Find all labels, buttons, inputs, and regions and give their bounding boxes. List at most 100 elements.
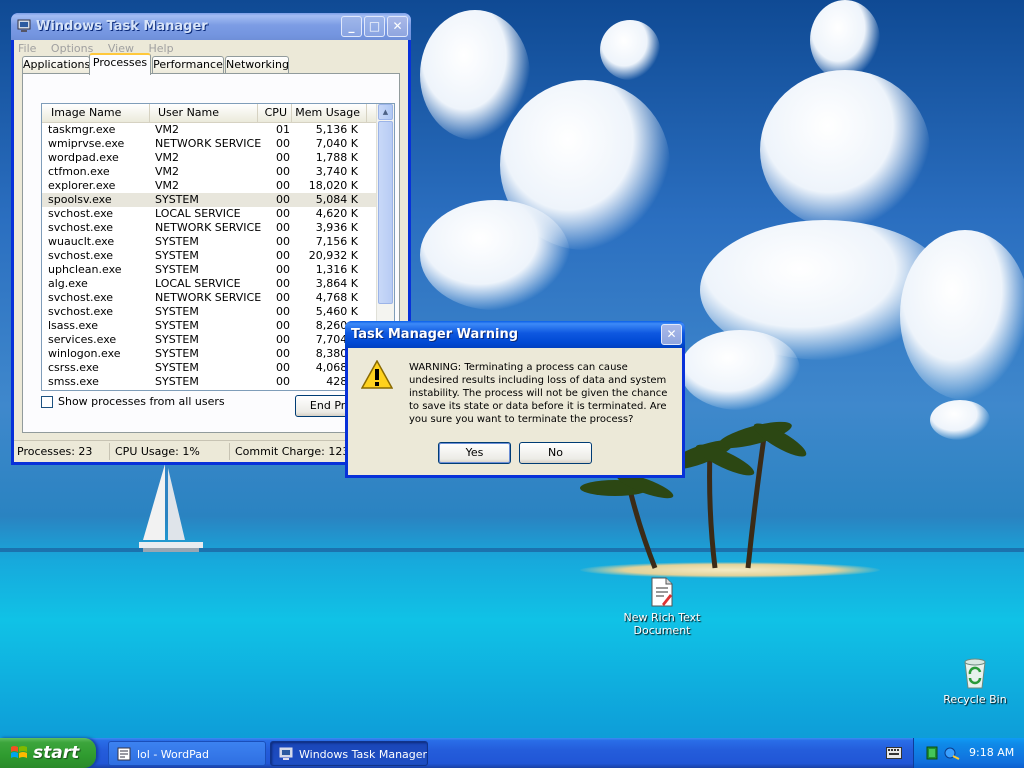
desktop-icon-label: Recycle Bin — [943, 693, 1007, 706]
table-row[interactable]: svchost.exe NETWORK SERVICE 00 4,768 K — [42, 291, 377, 305]
menu-file[interactable]: File — [18, 42, 36, 55]
process-name: explorer.exe — [48, 179, 116, 192]
table-row[interactable]: lsass.exe SYSTEM 00 8,260 K — [42, 319, 377, 333]
close-icon: ✕ — [666, 327, 677, 341]
process-name: services.exe — [48, 333, 117, 346]
menu-help[interactable]: Help — [148, 42, 173, 55]
table-row[interactable]: explorer.exe VM2 00 18,020 K — [42, 179, 377, 193]
table-row[interactable]: uphclean.exe SYSTEM 00 1,316 K — [42, 263, 377, 277]
keyboard-icon[interactable] — [886, 747, 902, 759]
process-user: SYSTEM — [155, 333, 199, 346]
table-row[interactable]: alg.exe LOCAL SERVICE 00 3,864 K — [42, 277, 377, 291]
table-row[interactable]: spoolsv.exe SYSTEM 00 5,084 K — [42, 193, 377, 207]
process-mem-usage: 7,040 K — [315, 137, 358, 150]
process-mem-usage: 1,788 K — [315, 151, 358, 164]
column-user-name[interactable]: User Name — [150, 104, 258, 122]
task-manager-titlebar[interactable]: Windows Task Manager _ □ ✕ — [11, 13, 411, 40]
desktop-icon-new-rich-text-document[interactable]: New Rich Text Document — [620, 576, 704, 637]
taskbar-button-wordpad[interactable]: lol - WordPad — [108, 741, 266, 766]
process-name: alg.exe — [48, 277, 88, 290]
dialog-titlebar[interactable]: Task Manager Warning ✕ — [345, 321, 685, 348]
process-name: wmiprvse.exe — [48, 137, 125, 150]
process-cpu: 00 — [276, 193, 290, 206]
process-cpu: 00 — [276, 333, 290, 346]
maximize-button[interactable]: □ — [364, 16, 385, 37]
column-cpu[interactable]: CPU — [258, 104, 292, 122]
process-user: SYSTEM — [155, 319, 199, 332]
clock[interactable]: 9:18 AM — [969, 738, 1014, 768]
process-mem-usage: 5,460 K — [315, 305, 358, 318]
process-name: svchost.exe — [48, 221, 114, 234]
process-user: SYSTEM — [155, 305, 199, 318]
table-row[interactable]: smss.exe SYSTEM 00 428 K — [42, 375, 377, 389]
process-user: VM2 — [155, 123, 180, 136]
cloud — [930, 400, 990, 440]
document-icon — [651, 577, 673, 607]
table-row[interactable]: svchost.exe SYSTEM 00 5,460 K — [42, 305, 377, 319]
process-name: svchost.exe — [48, 305, 114, 318]
process-cpu: 00 — [276, 319, 290, 332]
taskbar: start lol - WordPad Windows Task Manager… — [0, 738, 1024, 768]
tab-processes[interactable]: Processes — [89, 53, 151, 75]
process-name: spoolsv.exe — [48, 193, 112, 206]
process-user: VM2 — [155, 179, 180, 192]
process-mem-usage: 5,084 K — [315, 193, 358, 206]
cloud — [680, 330, 800, 410]
process-list[interactable]: Image Name User Name CPU Mem Usage taskm… — [41, 103, 395, 391]
no-label: No — [548, 446, 563, 459]
process-user: LOCAL SERVICE — [155, 277, 241, 290]
process-cpu: 00 — [276, 207, 290, 220]
scrollbar-thumb[interactable] — [378, 121, 393, 304]
process-name: taskmgr.exe — [48, 123, 116, 136]
process-mem-usage: 7,156 K — [315, 235, 358, 248]
table-row[interactable]: taskmgr.exe VM2 01 5,136 K — [42, 123, 377, 137]
process-list-header: Image Name User Name CPU Mem Usage — [42, 104, 377, 123]
taskbar-button-task-manager[interactable]: Windows Task Manager — [270, 741, 428, 766]
maximize-icon: □ — [368, 19, 381, 33]
show-all-processes-checkbox[interactable] — [41, 396, 53, 408]
table-row[interactable]: csrss.exe SYSTEM 00 4,068 K — [42, 361, 377, 375]
desktop-icon-recycle-bin[interactable]: Recycle Bin — [940, 656, 1010, 706]
column-mem-usage[interactable]: Mem Usage — [292, 104, 367, 122]
close-button[interactable]: ✕ — [387, 16, 408, 37]
taskbar-button-label: lol - WordPad — [137, 748, 209, 761]
tab-networking[interactable]: Networking — [225, 56, 289, 74]
process-name: svchost.exe — [48, 249, 114, 262]
process-cpu: 00 — [276, 137, 290, 150]
column-image-name[interactable]: Image Name — [42, 104, 150, 122]
process-mem-usage: 3,740 K — [315, 165, 358, 178]
window-title: Windows Task Manager — [36, 19, 208, 34]
processes-panel: Image Name User Name CPU Mem Usage taskm… — [22, 73, 400, 433]
tab-applications[interactable]: Applications — [22, 56, 90, 74]
table-row[interactable]: svchost.exe NETWORK SERVICE 00 3,936 K — [42, 221, 377, 235]
table-row[interactable]: winlogon.exe SYSTEM 00 8,380 K — [42, 347, 377, 361]
process-name: wordpad.exe — [48, 151, 119, 164]
recycle-bin-icon — [964, 658, 986, 689]
process-mem-usage: 1,316 K — [315, 263, 358, 276]
process-cpu: 00 — [276, 305, 290, 318]
start-label: start — [33, 743, 80, 763]
menu-options[interactable]: Options — [51, 42, 93, 55]
cloud — [420, 200, 570, 310]
start-button[interactable]: start — [0, 738, 96, 768]
connection-status-icon[interactable] — [944, 746, 960, 760]
table-row[interactable]: wmiprvse.exe NETWORK SERVICE 00 7,040 K — [42, 137, 377, 151]
task-manager-warning-dialog[interactable]: Task Manager Warning ✕ WARNING: Terminat… — [345, 321, 685, 478]
cloud — [600, 20, 660, 80]
scroll-up-button[interactable]: ▲ — [378, 104, 393, 120]
scroll-up-icon: ▲ — [382, 108, 389, 116]
tab-performance[interactable]: Performance — [152, 56, 224, 74]
network-icon[interactable] — [926, 746, 938, 760]
table-row[interactable]: wuauclt.exe SYSTEM 00 7,156 K — [42, 235, 377, 249]
table-row[interactable]: svchost.exe LOCAL SERVICE 00 4,620 K — [42, 207, 377, 221]
table-row[interactable]: ctfmon.exe VM2 00 3,740 K — [42, 165, 377, 179]
dialog-close-button[interactable]: ✕ — [661, 324, 682, 345]
table-row[interactable]: svchost.exe SYSTEM 00 20,932 K — [42, 249, 377, 263]
table-row[interactable]: services.exe SYSTEM 00 7,704 K — [42, 333, 377, 347]
yes-button[interactable]: Yes — [438, 442, 511, 464]
sailboat — [139, 464, 203, 552]
process-name: winlogon.exe — [48, 347, 121, 360]
minimize-button[interactable]: _ — [341, 16, 362, 37]
no-button[interactable]: No — [519, 442, 592, 464]
table-row[interactable]: wordpad.exe VM2 00 1,788 K — [42, 151, 377, 165]
